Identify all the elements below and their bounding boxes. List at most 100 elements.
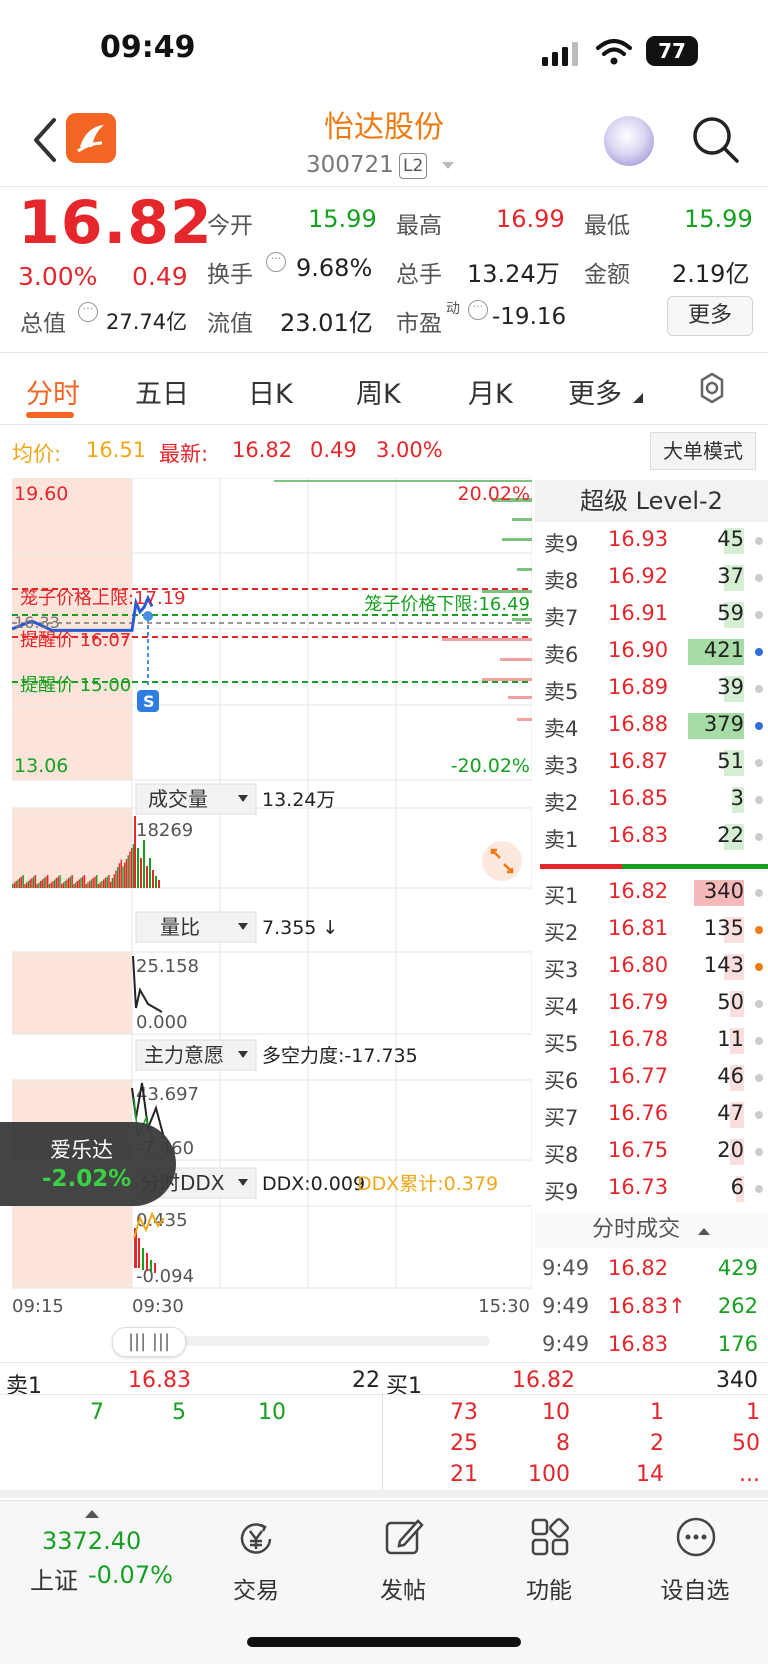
ask-row[interactable]: 卖1 16.83 22 <box>540 818 768 855</box>
volume-bar <box>131 847 133 888</box>
assistant-robot-icon[interactable] <box>604 116 654 166</box>
vol-menu[interactable]: 成交量 <box>135 783 257 815</box>
turnover-label: 换手 <box>207 262 253 288</box>
volume-bar <box>19 878 21 888</box>
bid-volume: 50 <box>717 990 744 1014</box>
info-icon[interactable]: ··· <box>266 252 286 272</box>
volume-bar <box>110 881 112 888</box>
ask-row[interactable]: 卖5 16.89 39 <box>540 670 768 707</box>
bid-row[interactable]: 买5 16.78 11 <box>540 1022 768 1059</box>
tab-daily-k[interactable]: 日K <box>248 372 293 411</box>
trades-title[interactable]: 分时成交 <box>535 1212 768 1248</box>
volume-bar <box>115 870 117 888</box>
bid-volume: 47 <box>717 1101 744 1125</box>
volume-bar <box>97 884 100 888</box>
change-amount: 0.49 <box>132 262 188 291</box>
volume-bar <box>134 816 136 888</box>
book-split-bar <box>540 864 768 869</box>
volume-bar <box>29 879 31 888</box>
trade-time: 9:49 <box>542 1332 590 1356</box>
nav-post[interactable]: 发帖 <box>343 1571 463 1605</box>
ratio-menu[interactable]: 量比 <box>135 911 257 943</box>
ask-level: 卖6 <box>544 643 579 667</box>
tab-more[interactable]: 更多 <box>568 372 622 411</box>
trade-yen-icon[interactable] <box>234 1517 278 1561</box>
last-value: 16.82 <box>232 438 293 462</box>
related-stock-badge[interactable]: 爱乐达 -2.02% <box>0 1122 176 1206</box>
pct-value: 3.00% <box>376 438 443 462</box>
ask-row[interactable]: 卖9 16.93 45 <box>540 522 768 559</box>
volume-bar <box>137 848 139 888</box>
float-cap-label: 流值 <box>207 311 253 337</box>
info-icon[interactable]: ··· <box>78 302 98 322</box>
buy-queue-cell: 21 <box>450 1462 478 1487</box>
bid-marker-icon <box>755 1037 763 1045</box>
volume-value: 13.24万 <box>467 260 560 288</box>
volume-bar <box>66 879 68 888</box>
volume-bar <box>83 875 86 888</box>
gear-icon[interactable] <box>695 371 729 405</box>
volume-bar <box>26 882 28 888</box>
tab-intraday[interactable]: 分时 <box>26 372 80 411</box>
info-icon[interactable]: ··· <box>468 300 488 320</box>
volume-bar <box>61 884 63 888</box>
bid-row[interactable]: 买4 16.79 50 <box>540 985 768 1022</box>
ask-marker-icon <box>755 685 763 693</box>
premarket-shade <box>12 952 132 1034</box>
bid-row[interactable]: 买8 16.75 20 <box>540 1133 768 1170</box>
bid-marker-icon <box>755 1000 763 1008</box>
bid-row[interactable]: 买3 16.80 143 <box>540 948 768 985</box>
volume-bar <box>20 876 23 888</box>
bid-row[interactable]: 买6 16.77 46 <box>540 1059 768 1096</box>
more-circle-icon[interactable] <box>674 1515 718 1559</box>
ask-level: 卖1 <box>544 828 579 852</box>
ask-row[interactable]: 卖2 16.85 3 <box>540 781 768 818</box>
nav-function[interactable]: 功能 <box>489 1571 609 1605</box>
ask-row[interactable]: 卖4 16.88 379 <box>540 707 768 744</box>
volume-bar <box>54 879 56 888</box>
post-edit-icon[interactable] <box>382 1515 426 1559</box>
mktcap-label: 总值 <box>20 311 66 337</box>
search-icon[interactable] <box>690 114 742 166</box>
volume-bar <box>125 859 128 888</box>
buy-queue-cell: 10 <box>542 1400 570 1425</box>
dropdown-caret-icon[interactable] <box>440 160 456 172</box>
index-value[interactable]: 3372.40 <box>42 1527 141 1555</box>
ask-volume: 3 <box>730 786 744 810</box>
queue-buy-price: 16.82 <box>512 1368 575 1393</box>
ask-level: 卖3 <box>544 754 579 778</box>
tab-monthly-k[interactable]: 月K <box>468 372 513 411</box>
scroll-handle[interactable]: ||| ||| <box>112 1327 186 1357</box>
buy-queue-cell: 14 <box>636 1462 664 1487</box>
queue-buy-vol: 340 <box>716 1368 758 1393</box>
volume-bar <box>129 851 131 888</box>
ask-row[interactable]: 卖3 16.87 51 <box>540 744 768 781</box>
home-indicator[interactable] <box>247 1637 521 1647</box>
bid-row[interactable]: 买9 16.73 6 <box>540 1170 768 1207</box>
nav-trade[interactable]: 交易 <box>196 1571 316 1605</box>
volume-bar <box>82 876 84 888</box>
function-grid-icon[interactable] <box>528 1515 572 1559</box>
expand-icon[interactable] <box>482 841 522 881</box>
index-caret-icon[interactable] <box>84 1509 100 1519</box>
low-value: 15.99 <box>684 205 753 233</box>
pe-label: 市盈 <box>396 311 442 337</box>
sell-queue-cell: 7 <box>90 1400 104 1425</box>
last-label: 最新: <box>159 442 209 466</box>
bid-row[interactable]: 买1 16.82 340 <box>540 874 768 911</box>
more-button[interactable]: 更多 <box>667 296 753 336</box>
volume-bar <box>104 878 107 888</box>
ask-row[interactable]: 卖6 16.90 421 <box>540 633 768 670</box>
ask-row[interactable]: 卖8 16.92 37 <box>540 559 768 596</box>
ask-row[interactable]: 卖7 16.91 59 <box>540 596 768 633</box>
nav-add-watchlist[interactable]: 设自选 <box>635 1571 755 1605</box>
big-order-mode-button[interactable]: 大单模式 <box>650 432 756 470</box>
main-force-menu[interactable]: 主力意愿 <box>135 1039 257 1071</box>
volume-bar <box>48 884 51 888</box>
tab-weekly-k[interactable]: 周K <box>356 372 401 411</box>
bid-row[interactable]: 买2 16.81 135 <box>540 911 768 948</box>
buy-queue-cell: 73 <box>450 1400 478 1425</box>
stock-code: 300721 <box>306 152 394 178</box>
tab-five-day[interactable]: 五日 <box>135 372 189 411</box>
bid-row[interactable]: 买7 16.76 47 <box>540 1096 768 1133</box>
